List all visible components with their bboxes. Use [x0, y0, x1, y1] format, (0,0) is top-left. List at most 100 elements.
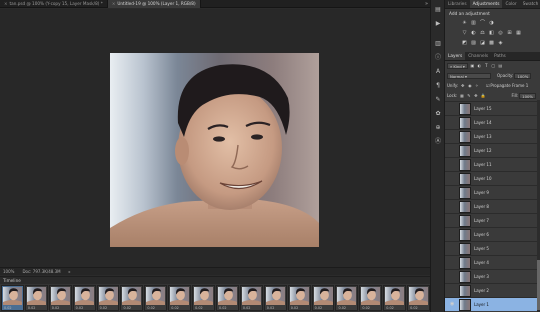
vibrance-icon[interactable]: ▽: [461, 30, 468, 36]
frame-delay[interactable]: 0.02: [195, 306, 203, 310]
layer-row[interactable]: Layer 14: [445, 115, 540, 129]
brightness-icon[interactable]: ☀: [461, 20, 468, 26]
filter-shape-icon[interactable]: ▢: [491, 63, 496, 68]
layer-row[interactable]: Layer 9: [445, 185, 540, 199]
timeline-frame[interactable]: 0.02: [335, 285, 359, 311]
posterize-icon[interactable]: ▨: [470, 40, 477, 46]
close-icon[interactable]: ×: [112, 1, 116, 6]
channel-mixer-icon[interactable]: ⊞: [506, 30, 513, 36]
lock-transparency-icon[interactable]: ▦: [459, 93, 464, 98]
layer-row[interactable]: Layer 5: [445, 241, 540, 255]
blend-mode-select[interactable]: Normal ▾: [447, 72, 491, 79]
info-icon[interactable]: ⓘ: [434, 54, 442, 62]
layer-row[interactable]: Layer 6: [445, 227, 540, 241]
frame-delay[interactable]: 0.02: [100, 306, 108, 310]
tab-channels[interactable]: Channels: [465, 52, 491, 60]
visibility-eye-icon[interactable]: [450, 260, 456, 265]
document-tab-tan[interactable]: × tan.psd @ 100% (Y-copy 15, Layer Mask/8…: [0, 0, 108, 8]
frame-delay[interactable]: 0.02: [243, 306, 251, 310]
curves-icon[interactable]: ⌒: [479, 20, 486, 26]
layer-row[interactable]: Layer 3: [445, 269, 540, 283]
tab-adjustments[interactable]: Adjustments: [469, 0, 503, 8]
frame-delay[interactable]: 0.02: [291, 306, 299, 310]
timeline-frame[interactable]: 0.02: [407, 285, 431, 311]
timeline-frame[interactable]: 0.02: [168, 285, 192, 311]
timeline-frame[interactable]: 0.02: [359, 285, 383, 311]
history-icon[interactable]: ▤: [434, 6, 442, 14]
frame-delay[interactable]: 0.02: [315, 306, 323, 310]
fill-input[interactable]: 100%: [519, 92, 537, 99]
layer-row[interactable]: Layer 4: [445, 255, 540, 269]
layer-row[interactable]: Layer 10: [445, 171, 540, 185]
unify-style-icon[interactable]: ✧: [474, 83, 479, 88]
document-tab-untitled[interactable]: × Untitled-19 @ 100% (Layer 1, RGB/8): [107, 0, 201, 8]
lock-pixels-icon[interactable]: ✎: [466, 93, 471, 98]
tabs-overflow-icon[interactable]: »: [425, 0, 428, 8]
visibility-eye-icon[interactable]: [450, 190, 456, 195]
timeline-frame[interactable]: 0.02: [24, 285, 48, 311]
visibility-eye-icon[interactable]: [450, 106, 456, 111]
color-lookup-icon[interactable]: ▦: [515, 30, 522, 36]
gradient-map-icon[interactable]: ▩: [488, 40, 495, 46]
tab-libraries[interactable]: Libraries: [445, 0, 470, 8]
timeline-frame[interactable]: 0.02: [96, 285, 120, 311]
text-tool-icon[interactable]: Ⓐ: [434, 138, 442, 146]
tab-swatch[interactable]: Swatch: [520, 0, 540, 8]
timeline-frame[interactable]: 0.02: [144, 285, 168, 311]
frame-delay[interactable]: 0.02: [267, 306, 275, 310]
paragraph-icon[interactable]: ¶: [434, 82, 442, 90]
visibility-eye-icon[interactable]: [450, 288, 456, 293]
layer-row[interactable]: Layer 11: [445, 157, 540, 171]
timeline-frame[interactable]: 0.02: [216, 285, 239, 311]
brush-icon[interactable]: ✎: [434, 96, 442, 104]
properties-icon[interactable]: ▥: [434, 40, 442, 48]
filter-smart-object-icon[interactable]: ▤: [498, 63, 503, 68]
visibility-eye-icon[interactable]: [450, 246, 456, 251]
exposure-icon[interactable]: ◑: [488, 20, 495, 26]
selective-color-icon[interactable]: ◈: [497, 40, 504, 46]
timeline-frame[interactable]: 0.02: [311, 285, 335, 311]
frame-delay[interactable]: 0.02: [28, 306, 36, 310]
color-balance-icon[interactable]: ⚖: [479, 30, 486, 36]
visibility-eye-icon[interactable]: ◉: [450, 302, 456, 307]
timeline-frame[interactable]: 0.02: [192, 285, 216, 311]
filter-adjustment-icon[interactable]: ◐: [477, 63, 482, 68]
frame-delay[interactable]: 0.02: [123, 306, 131, 310]
styles-icon[interactable]: ✿: [434, 110, 442, 118]
timeline-frame[interactable]: 0.02: [263, 285, 287, 311]
visibility-eye-icon[interactable]: [450, 218, 456, 223]
filter-kind-select[interactable]: ⌕ Kind ▾: [447, 62, 468, 69]
tab-color[interactable]: Color: [502, 0, 519, 8]
frame-delay[interactable]: 0.02: [76, 306, 84, 310]
unify-position-icon[interactable]: ✥: [460, 83, 465, 88]
zoom-level[interactable]: 100%: [3, 269, 14, 274]
visibility-eye-icon[interactable]: [450, 204, 456, 209]
photo-filter-icon[interactable]: ◎: [497, 30, 504, 36]
play-actions-icon[interactable]: ▶: [434, 20, 442, 28]
character-icon[interactable]: A: [434, 68, 442, 76]
document-image[interactable]: [110, 53, 319, 247]
tab-paths[interactable]: Paths: [491, 52, 509, 60]
levels-icon[interactable]: ▥: [470, 20, 477, 26]
invert-icon[interactable]: ◩: [461, 40, 468, 46]
filter-pixel-icon[interactable]: ▣: [470, 63, 475, 68]
filter-type-icon[interactable]: T: [484, 63, 489, 68]
clone-source-icon[interactable]: ⊕: [434, 124, 442, 132]
visibility-eye-icon[interactable]: [450, 162, 456, 167]
close-icon[interactable]: ×: [4, 1, 8, 6]
layer-row[interactable]: Layer 15: [445, 101, 540, 115]
visibility-eye-icon[interactable]: [450, 232, 456, 237]
timeline-frame[interactable]: 0.02: [1, 285, 24, 311]
bw-icon[interactable]: ◧: [488, 30, 495, 36]
visibility-eye-icon[interactable]: [450, 274, 456, 279]
timeline-frame[interactable]: 0.02: [287, 285, 311, 311]
timeline-frame[interactable]: 0.02: [120, 285, 144, 311]
layer-row[interactable]: Layer 12: [445, 143, 540, 157]
frame-delay[interactable]: 0.02: [362, 306, 370, 310]
visibility-eye-icon[interactable]: [450, 120, 456, 125]
layer-row[interactable]: ◉ Layer 1: [445, 297, 540, 311]
unify-visibility-icon[interactable]: ◉: [467, 83, 472, 88]
visibility-eye-icon[interactable]: [450, 134, 456, 139]
layer-row[interactable]: Layer 2: [445, 283, 540, 297]
lock-all-icon[interactable]: 🔒: [480, 93, 485, 98]
